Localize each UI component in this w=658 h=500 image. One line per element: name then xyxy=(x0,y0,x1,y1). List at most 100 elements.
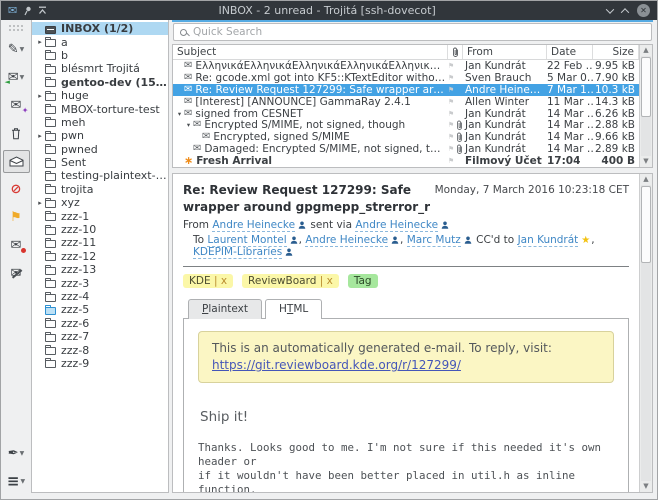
column-header-subject[interactable]: Subject xyxy=(173,45,448,59)
message-row[interactable]: ✉Re: gcode.xml got into KF5::KTextEditor… xyxy=(173,72,639,84)
scrollbar-track[interactable] xyxy=(641,56,651,156)
column-header-attachment[interactable] xyxy=(448,45,463,59)
tab-plaintext[interactable]: Plaintext xyxy=(188,299,262,319)
address-link[interactable]: Jan Kundrát xyxy=(518,234,579,247)
scrollbar-thumb[interactable] xyxy=(641,57,651,117)
message-row[interactable]: ✉Damaged: Encrypted S/MIME, not signed, … xyxy=(173,143,639,155)
address-link[interactable]: Andre Heinecke xyxy=(212,219,295,232)
mark-read-button[interactable] xyxy=(3,150,30,173)
fetch-mail-button[interactable]: ✉◄▼ xyxy=(3,66,30,89)
message-list-scrollbar[interactable]: ▲ ▼ xyxy=(639,45,652,167)
folder-icon xyxy=(45,267,56,275)
folder-item[interactable]: zzz-12 xyxy=(32,250,168,263)
expander-icon[interactable]: ▸ xyxy=(35,92,45,100)
tag-remove-button[interactable]: | x xyxy=(320,275,333,287)
folder-item[interactable]: zzz-8 xyxy=(32,343,168,356)
folder-item[interactable]: ▸pwn xyxy=(32,129,168,142)
folder-item[interactable]: zzz-6 xyxy=(32,317,168,330)
highlight-button[interactable]: ✒▼ xyxy=(3,442,30,465)
scroll-down-icon[interactable]: ▼ xyxy=(640,481,652,492)
junk-button[interactable]: ⊘ xyxy=(3,178,30,201)
tag-chip[interactable]: Tag xyxy=(348,274,378,288)
address-link[interactable]: Marc Mutz xyxy=(407,234,461,247)
folder-item[interactable]: zzz-7 xyxy=(32,330,168,343)
expander-icon[interactable]: ▾ xyxy=(184,121,193,129)
folder-item[interactable]: trojita xyxy=(32,183,168,196)
expander-icon[interactable]: ▾ xyxy=(175,110,184,118)
no-entry-icon: ⊘ xyxy=(11,183,22,196)
expander-icon[interactable]: ▸ xyxy=(35,199,45,207)
folder-item[interactable]: zzz-5 xyxy=(32,303,168,316)
close-button[interactable]: ✕ xyxy=(637,4,650,17)
notice-link[interactable]: https://git.reviewboard.kde.org/r/127299… xyxy=(212,358,461,372)
address-link[interactable]: KDEPIM-Libraries xyxy=(193,246,282,259)
folder-item[interactable]: blésmrt Trojitá xyxy=(32,62,168,75)
search-box[interactable] xyxy=(173,23,652,41)
tag-chip[interactable]: KDE | x xyxy=(183,274,233,288)
toolbar-drag-handle[interactable] xyxy=(8,24,24,32)
column-header-size[interactable]: Size xyxy=(593,45,639,59)
message-row[interactable]: ✉ΕλληνικάΕλληνικάΕλληνικάΕλληνικάΕλληνικ… xyxy=(173,60,639,72)
folder-item[interactable]: testing-plaintext-f… xyxy=(32,169,168,182)
message-row[interactable]: ▾✉Encrypted S/MIME, not signed, though⚑J… xyxy=(173,119,639,131)
folder-item[interactable]: zzz-13 xyxy=(32,263,168,276)
folder-label: zzz-12 xyxy=(61,250,96,263)
tag-remove-button[interactable]: | x xyxy=(214,275,227,287)
scrollbar-track[interactable] xyxy=(641,185,651,481)
archive-button[interactable]: ✉ xyxy=(3,262,30,285)
pin-icon[interactable] xyxy=(23,6,32,16)
mark-deleted-button[interactable]: ✉ xyxy=(3,234,30,257)
folder-item[interactable]: ▸huge xyxy=(32,89,168,102)
forward-button[interactable]: ✉✦ xyxy=(3,94,30,117)
flag-button[interactable]: ⚑ xyxy=(3,206,30,229)
address-link[interactable]: Andre Heinecke xyxy=(305,234,388,247)
message-row[interactable]: ✉Encrypted, signed S/MIME⚑Jan Kundrát14 … xyxy=(173,131,639,143)
folder-item[interactable]: ▸ xyz xyxy=(32,196,168,209)
folder-item[interactable]: ▸a xyxy=(32,35,168,48)
expander-icon[interactable]: ▸ xyxy=(35,132,45,140)
address-link[interactable]: Andre Heinecke xyxy=(355,219,438,232)
folder-item[interactable]: zzz-4 xyxy=(32,290,168,303)
folder-item[interactable]: Sent xyxy=(32,156,168,169)
folder-item[interactable]: zzz-11 xyxy=(32,236,168,249)
address-text: From xyxy=(183,219,212,231)
message-from-cell: Andre Heinecke xyxy=(463,84,547,96)
column-header-from[interactable]: From xyxy=(463,45,547,59)
message-row[interactable]: ∗Fresh Arrival⚑Filmový Účet17:04400 B xyxy=(173,155,639,167)
folder-item[interactable]: zzz-10 xyxy=(32,223,168,236)
folder-item[interactable]: b xyxy=(32,49,168,62)
shade-icon[interactable] xyxy=(38,6,47,15)
address-link[interactable]: Laurent Montel xyxy=(207,234,286,247)
folder-item[interactable]: meh xyxy=(32,116,168,129)
search-input[interactable] xyxy=(193,26,645,38)
message-row[interactable]: ✉[Interest] [ANNOUNCE] GammaRay 2.4.1⚑Al… xyxy=(173,96,639,108)
expander-icon[interactable]: ▸ xyxy=(35,38,45,46)
scrollbar-thumb[interactable] xyxy=(641,186,651,263)
minimize-button[interactable] xyxy=(606,5,614,13)
tag-chip[interactable]: ReviewBoard | x xyxy=(242,274,339,288)
scroll-down-icon[interactable]: ▼ xyxy=(640,156,652,167)
folder-item[interactable]: pwned xyxy=(32,143,168,156)
column-header-date[interactable]: Date xyxy=(547,45,593,59)
maximize-button[interactable] xyxy=(621,8,629,16)
tab-html[interactable]: HTML xyxy=(265,299,322,319)
folder-label: xyz xyxy=(61,196,80,209)
folder-label: zzz-6 xyxy=(61,317,89,330)
folder-item[interactable]: gentoo-dev (15… xyxy=(32,76,168,89)
folder-item[interactable]: MBOX-torture-test xyxy=(32,102,168,115)
scroll-up-icon[interactable]: ▲ xyxy=(640,174,652,185)
envelope-icon: ✉ xyxy=(11,239,22,252)
preview-scrollbar[interactable]: ▲ ▼ xyxy=(639,174,652,492)
folder-item[interactable]: zzz-9 xyxy=(32,357,168,370)
titlebar[interactable]: ✉ INBOX - 2 unread - Trojitá [ssh-doveco… xyxy=(1,1,657,20)
folder-item[interactable]: zzz-3 xyxy=(32,276,168,289)
to-line: To Laurent Montel, Andre Heinecke, Marc … xyxy=(183,234,629,258)
folder-item[interactable]: INBOX (1/2) xyxy=(32,22,168,35)
menu-button[interactable]: ≡▼ xyxy=(3,470,30,493)
compose-button[interactable]: ✎▼ xyxy=(3,38,30,61)
message-row[interactable]: ✉Re: Review Request 127299: Safe wrapper… xyxy=(173,84,639,96)
folder-item[interactable]: zzz-1 xyxy=(32,209,168,222)
delete-button[interactable] xyxy=(3,122,30,145)
scroll-up-icon[interactable]: ▲ xyxy=(640,45,652,56)
message-row[interactable]: ▾✉signed from CESNET⚑Jan Kundrát14 Mar …… xyxy=(173,108,639,120)
